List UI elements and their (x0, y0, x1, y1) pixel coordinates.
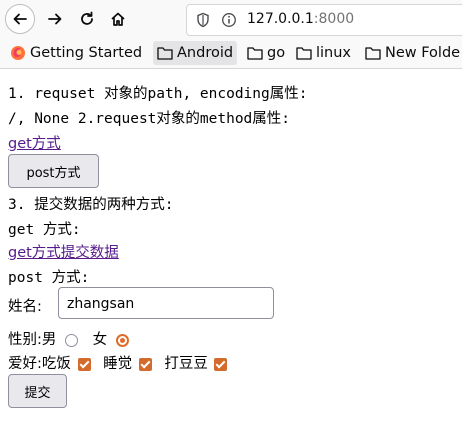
hobby-beat-label: 打豆豆 (164, 356, 208, 372)
gender-female-radio[interactable] (115, 333, 129, 347)
get-method-link[interactable]: get方式 (8, 136, 61, 152)
submit-methods-heading: 3. 提交数据的两种方式: (8, 197, 174, 213)
gender-label: 性别: (8, 332, 42, 348)
info-icon[interactable] (221, 12, 237, 32)
firefox-icon (11, 46, 25, 60)
request-method-text: /, None 2.request对象的method属性: (8, 111, 291, 127)
bookmarks-bar: Getting Started Android go linux New Fol… (0, 38, 462, 69)
hobby-eat-checkbox[interactable] (77, 357, 91, 371)
arrow-right-icon (48, 13, 62, 25)
bookmark-label: Getting Started (30, 45, 143, 61)
url-text[interactable]: 127.0.0.1:8000 (247, 11, 354, 27)
get-heading: get 方式: (8, 222, 81, 238)
arrow-left-icon (13, 13, 27, 25)
hobby-sleep-label: 睡觉 (103, 356, 133, 372)
folder-icon (365, 47, 381, 60)
gender-row: 性别:男 女 (8, 328, 129, 349)
browser-toolbar: 127.0.0.1:8000 (0, 0, 462, 38)
home-button[interactable] (103, 4, 133, 34)
folder-icon (247, 47, 263, 60)
post-heading: post 方式: (8, 270, 90, 286)
url-host: 127.0.0.1 (247, 11, 314, 27)
shield-icon[interactable] (196, 12, 210, 32)
reload-button[interactable] (72, 4, 102, 34)
bookmark-new-folder[interactable]: New Folde (361, 41, 462, 65)
url-port: :8000 (313, 11, 355, 27)
hobby-beat-checkbox[interactable] (214, 357, 228, 371)
url-bar[interactable]: 127.0.0.1:8000 (186, 4, 462, 36)
bookmark-label: New Folde (385, 45, 461, 61)
forward-button[interactable] (40, 4, 70, 34)
bookmark-go[interactable]: go (243, 41, 289, 65)
get-submit-link[interactable]: get方式提交数据 (8, 245, 119, 261)
bookmark-label: Android (177, 45, 234, 61)
hobby-eat-label: 吃饭 (41, 356, 71, 372)
hobby-label: 爱好: (8, 356, 42, 372)
reload-icon (81, 11, 93, 25)
bookmark-linux[interactable]: linux (292, 41, 355, 65)
gender-male-label: 男 (41, 332, 57, 348)
submit-button[interactable]: 提交 (8, 374, 67, 408)
home-icon (111, 12, 125, 26)
folder-icon (157, 47, 173, 60)
name-label: 姓名: (8, 299, 42, 315)
hobby-sleep-checkbox[interactable] (138, 357, 152, 371)
bookmark-label: go (267, 45, 286, 61)
gender-male-radio[interactable] (65, 333, 78, 347)
gender-female-label: 女 (92, 332, 108, 348)
post-method-button[interactable]: post方式 (8, 154, 99, 188)
hobby-row: 爱好:吃饭 睡觉 打豆豆 (8, 352, 228, 373)
back-button[interactable] (5, 4, 35, 34)
name-input[interactable]: zhangsan (58, 287, 274, 319)
bookmark-android[interactable]: Android (153, 41, 238, 65)
bookmark-label: linux (316, 45, 352, 61)
folder-icon (296, 47, 312, 60)
bookmark-getting-started[interactable]: Getting Started (6, 41, 146, 65)
request-path-text: 1. requset 对象的path, encoding属性: (8, 86, 308, 102)
